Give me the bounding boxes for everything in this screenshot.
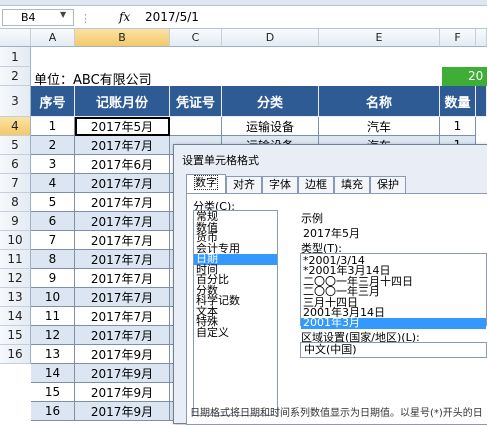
cell-month[interactable]: 2017年6月: [75, 155, 170, 174]
row-header-1[interactable]: 1: [0, 47, 31, 67]
category-items: 常规 数值 货币 会计专用 日期 时间 百分比 分数 科学记数 文本 特殊 自定义: [194, 211, 277, 338]
tab-alignment[interactable]: 对齐: [226, 176, 262, 193]
cell-month[interactable]: 2017年9月: [75, 345, 170, 364]
active-cell-selection[interactable]: [75, 117, 170, 136]
cell-qty[interactable]: 1: [440, 117, 476, 136]
cell-month[interactable]: 2017年9月: [75, 383, 170, 402]
row-header-5[interactable]: 5: [0, 136, 31, 155]
cell-seq[interactable]: 1: [31, 117, 75, 136]
cell-month[interactable]: 2017年7月: [75, 326, 170, 345]
header-seq[interactable]: 序号: [31, 86, 75, 117]
formula-bar: B4 ▼ ⋮ fx 2017/5/1: [0, 6, 487, 29]
category-list[interactable]: 常规 数值 货币 会计专用 日期 时间 百分比 分数 科学记数 文本 特殊 自定义: [193, 210, 278, 416]
row-header-10[interactable]: 10: [0, 231, 31, 250]
row-header-4[interactable]: 4: [0, 117, 31, 136]
row-header-2[interactable]: 2: [0, 67, 31, 86]
cell-month[interactable]: 2017年7月: [75, 193, 170, 212]
cell-month[interactable]: 2017年7月: [75, 174, 170, 193]
row-header-6[interactable]: 6: [0, 155, 31, 174]
cell-month[interactable]: 2017年7月: [75, 136, 170, 155]
row-header-11[interactable]: 11: [0, 250, 31, 269]
cell-month[interactable]: 2017年7月: [75, 231, 170, 250]
type-items: *2001/3/14 *2001年3月14日 二〇〇一年三月十四日 二〇〇一年三月 三月…: [301, 254, 486, 329]
header-qty[interactable]: 数量: [440, 86, 476, 117]
cell-seq[interactable]: 13: [31, 345, 75, 364]
category-item[interactable]: 自定义: [194, 327, 277, 339]
column-header-a[interactable]: A: [31, 29, 75, 47]
type-item[interactable]: 2001年3月: [301, 317, 486, 329]
dialog-title: 设置单元格格式: [182, 154, 259, 167]
cell-seq[interactable]: 11: [31, 307, 75, 326]
header-name[interactable]: 名称: [319, 86, 440, 117]
row-header-9[interactable]: 9: [0, 212, 31, 231]
row-header-13[interactable]: 13: [0, 288, 31, 307]
cell-name[interactable]: 汽车: [319, 117, 440, 136]
cell-month[interactable]: 2017年7月: [75, 288, 170, 307]
cell-month[interactable]: 2017年7月: [75, 212, 170, 231]
tab-font[interactable]: 字体: [262, 176, 298, 193]
cell-seq[interactable]: 14: [31, 364, 75, 383]
cell-seq[interactable]: 3: [31, 155, 75, 174]
cell-seq[interactable]: 16: [31, 402, 75, 421]
column-header-b[interactable]: B: [75, 29, 170, 47]
column-header-c[interactable]: C: [170, 29, 222, 47]
cell-category[interactable]: 运输设备: [222, 117, 319, 136]
header-next[interactable]: [476, 86, 487, 117]
cell-seq[interactable]: 10: [31, 288, 75, 307]
tab-fill[interactable]: 填充: [334, 176, 370, 193]
cell-seq[interactable]: 5: [31, 193, 75, 212]
row-header-7[interactable]: 7: [0, 174, 31, 193]
column-header-f[interactable]: F: [440, 29, 476, 47]
cell-seq[interactable]: 15: [31, 383, 75, 402]
type-list[interactable]: *2001/3/14 *2001年3月14日 二〇〇一年三月十四日 二〇〇一年三月 三月…: [300, 253, 487, 329]
cell-seq[interactable]: 9: [31, 269, 75, 288]
sample-label: 示例: [301, 212, 323, 225]
cell-month[interactable]: 2017年7月: [75, 307, 170, 326]
green-header-cell[interactable]: 20: [442, 67, 487, 86]
name-box-dropdown-icon[interactable]: ▼: [60, 10, 66, 19]
cell-seq[interactable]: 7: [31, 231, 75, 250]
formula-bar-separator-icon: ⋮: [80, 12, 91, 25]
header-voucher[interactable]: 凭证号: [170, 86, 222, 117]
column-header-e[interactable]: E: [319, 29, 440, 47]
cell-seq[interactable]: 8: [31, 250, 75, 269]
cell-month[interactable]: 2017年7月: [75, 269, 170, 288]
row-header-12[interactable]: 12: [0, 269, 31, 288]
row-header-14[interactable]: 14: [0, 307, 31, 326]
locale-select[interactable]: 中文(中国): [300, 342, 487, 358]
tab-protection[interactable]: 保护: [370, 176, 406, 193]
select-all-corner[interactable]: [0, 29, 31, 47]
cell-seq[interactable]: 6: [31, 212, 75, 231]
column-header-g[interactable]: [476, 29, 487, 47]
tab-number[interactable]: 数字: [186, 174, 226, 193]
cell-month[interactable]: 2017年7月: [75, 250, 170, 269]
row-header-8[interactable]: 8: [0, 193, 31, 212]
cell-seq[interactable]: 4: [31, 174, 75, 193]
formula-value[interactable]: 2017/5/1: [145, 10, 199, 24]
row-header-15[interactable]: 15: [0, 326, 31, 345]
format-description: 日期格式将日期和时间系列数值显示为日期值。以星号(*)开头的日: [190, 408, 483, 419]
sample-value: 2017年5月: [303, 227, 360, 240]
row-header-16[interactable]: 16: [0, 345, 31, 364]
column-header-d[interactable]: D: [222, 29, 319, 47]
tab-border[interactable]: 边框: [298, 176, 334, 193]
header-category[interactable]: 分类: [222, 86, 319, 117]
row-header-3[interactable]: 3: [0, 86, 31, 117]
cell-month[interactable]: 2017年9月: [75, 364, 170, 383]
cell-voucher[interactable]: [170, 117, 222, 136]
cell-seq[interactable]: 12: [31, 326, 75, 345]
insert-function-button[interactable]: fx: [119, 10, 130, 24]
header-month[interactable]: 记账月份: [75, 86, 170, 117]
cell-seq[interactable]: 2: [31, 136, 75, 155]
cell-month[interactable]: 2017年9月: [75, 402, 170, 421]
